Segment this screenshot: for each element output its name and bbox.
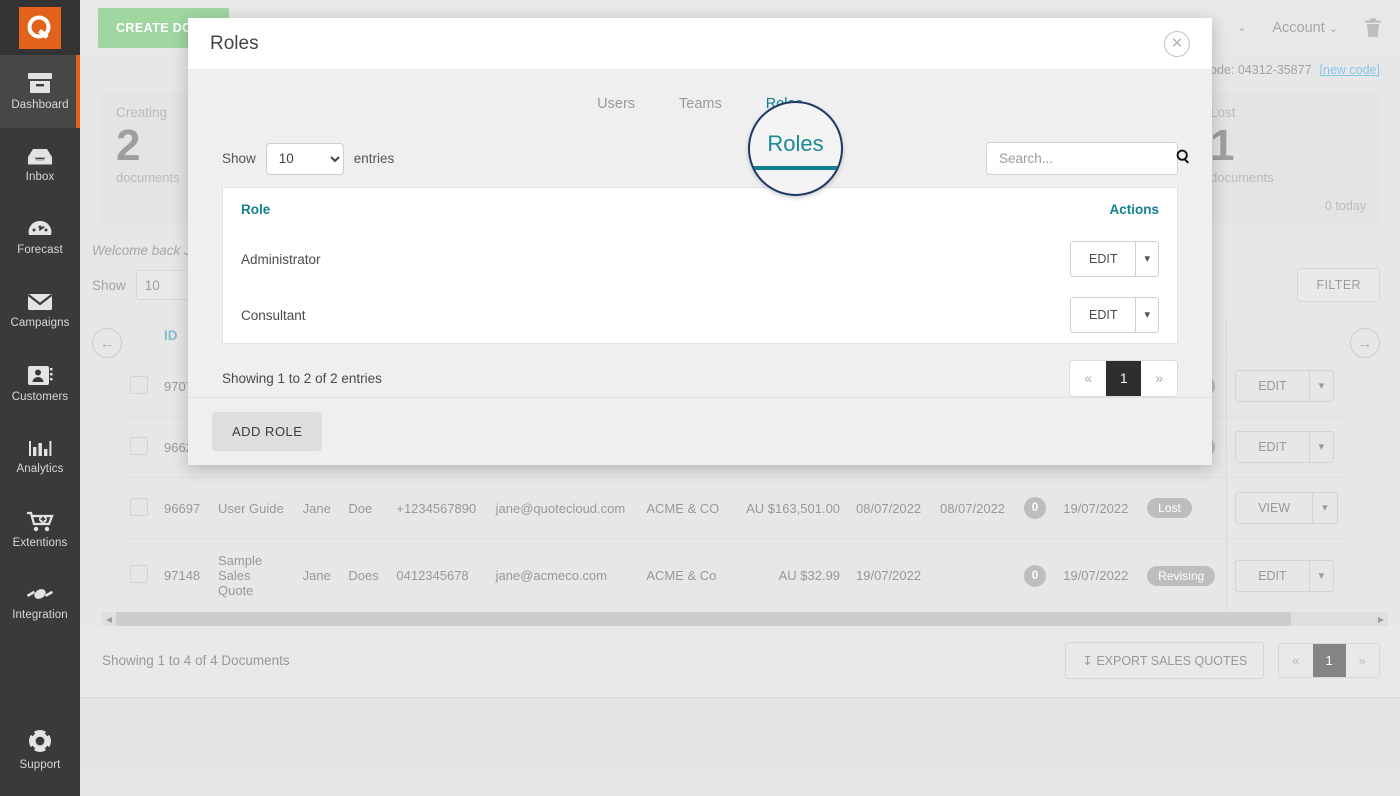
sidebar-item-dashboard[interactable]: Dashboard — [0, 55, 80, 128]
cart-plus-icon — [26, 511, 54, 532]
search-icon[interactable] — [1176, 149, 1191, 169]
roles-footer: Showing 1 to 2 of 2 entries « 1 » — [222, 360, 1178, 397]
role-action-caret-icon[interactable]: ▾ — [1135, 298, 1158, 332]
entries-select[interactable]: 102550100 — [266, 143, 344, 175]
inbox-icon — [26, 146, 54, 166]
bar-chart-icon — [27, 438, 53, 458]
sidebar-item-label: Inbox — [26, 171, 55, 183]
modal-body: Users Teams Roles Show 102550100 entries — [188, 70, 1212, 397]
role-actions-cell: EDIT ▾ — [681, 287, 1177, 343]
magnifier-annotation: Roles — [748, 101, 843, 196]
tab-users[interactable]: Users — [593, 88, 639, 125]
roles-pager-next[interactable]: » — [1141, 361, 1177, 396]
role-actions-cell: EDIT ▾ — [681, 231, 1177, 287]
modal-footer: ADD ROLE — [188, 397, 1212, 465]
sidebar-item-label: Dashboard — [11, 99, 68, 111]
sidebar-item-label: Customers — [12, 391, 69, 403]
roles-pager-page-1[interactable]: 1 — [1106, 361, 1142, 396]
add-role-button[interactable]: ADD ROLE — [212, 412, 322, 451]
plug-icon — [26, 584, 54, 604]
roles-toolbar: Show 102550100 entries — [222, 142, 1178, 175]
sidebar-item-forecast[interactable]: Forecast — [0, 201, 80, 274]
modal-tabs: Users Teams Roles — [212, 88, 1188, 126]
roles-pager: « 1 » — [1069, 360, 1178, 397]
sidebar-item-support[interactable]: Support — [0, 713, 80, 786]
role-name: Administrator — [223, 231, 681, 287]
tab-teams[interactable]: Teams — [675, 88, 726, 125]
close-icon[interactable]: ✕ — [1164, 31, 1190, 57]
role-name: Consultant — [223, 287, 681, 343]
roles-col-role[interactable]: Role — [223, 188, 681, 231]
role-edit-button[interactable]: EDIT — [1071, 298, 1135, 332]
search-input[interactable] — [999, 151, 1176, 166]
sidebar-item-inbox[interactable]: Inbox — [0, 128, 80, 201]
sidebar-item-label: Analytics — [17, 463, 64, 475]
search-box[interactable] — [986, 142, 1178, 175]
sidebar-item-campaigns[interactable]: Campaigns — [0, 274, 80, 347]
gauge-icon — [27, 219, 53, 239]
roles-pager-prev[interactable]: « — [1070, 361, 1106, 396]
magnifier-underline — [748, 166, 843, 170]
modal-header: Roles ✕ — [188, 18, 1212, 70]
table-row[interactable]: Consultant EDIT ▾ — [223, 287, 1177, 343]
sidebar-item-label: Support — [20, 759, 61, 771]
sidebar-item-label: Campaigns — [10, 317, 69, 329]
sidebar: Dashboard Inbox Forecast Campaigns Custo — [0, 0, 80, 796]
roles-header-row: Role Actions — [223, 188, 1177, 231]
quotecloud-logo — [19, 7, 61, 49]
role-action-caret-icon[interactable]: ▾ — [1135, 242, 1158, 276]
entries-label: entries — [354, 151, 395, 166]
logo-container[interactable] — [0, 0, 80, 55]
magnifier-text: Roles — [767, 133, 823, 155]
envelope-icon — [26, 292, 54, 312]
role-action-group[interactable]: EDIT ▾ — [1070, 297, 1159, 333]
table-row[interactable]: Administrator EDIT ▾ — [223, 231, 1177, 287]
sidebar-item-customers[interactable]: Customers — [0, 347, 80, 420]
contact-card-icon — [27, 365, 53, 386]
roles-col-actions: Actions — [681, 188, 1177, 231]
sidebar-item-extentions[interactable]: Extentions — [0, 493, 80, 566]
modal-title: Roles — [210, 33, 259, 55]
roles-table: Role Actions Administrator EDIT ▾ — [223, 188, 1177, 343]
role-action-group[interactable]: EDIT ▾ — [1070, 241, 1159, 277]
sidebar-item-integration[interactable]: Integration — [0, 566, 80, 639]
role-edit-button[interactable]: EDIT — [1071, 242, 1135, 276]
app-root: Dashboard Inbox Forecast Campaigns Custo — [0, 0, 1400, 796]
sidebar-item-analytics[interactable]: Analytics — [0, 420, 80, 493]
sidebar-item-label: Forecast — [17, 244, 63, 256]
show-label: Show — [222, 151, 256, 166]
lifebuoy-icon — [27, 728, 53, 754]
roles-modal: Roles ✕ Users Teams Roles Show 102550100… — [188, 18, 1212, 465]
archive-icon — [27, 72, 53, 94]
roles-table-body: Administrator EDIT ▾ Consultant — [223, 231, 1177, 343]
sidebar-item-label: Extentions — [13, 537, 68, 549]
roles-table-card: Role Actions Administrator EDIT ▾ — [222, 187, 1178, 344]
roles-showing-text: Showing 1 to 2 of 2 entries — [222, 371, 382, 386]
sidebar-item-label: Integration — [12, 609, 67, 621]
